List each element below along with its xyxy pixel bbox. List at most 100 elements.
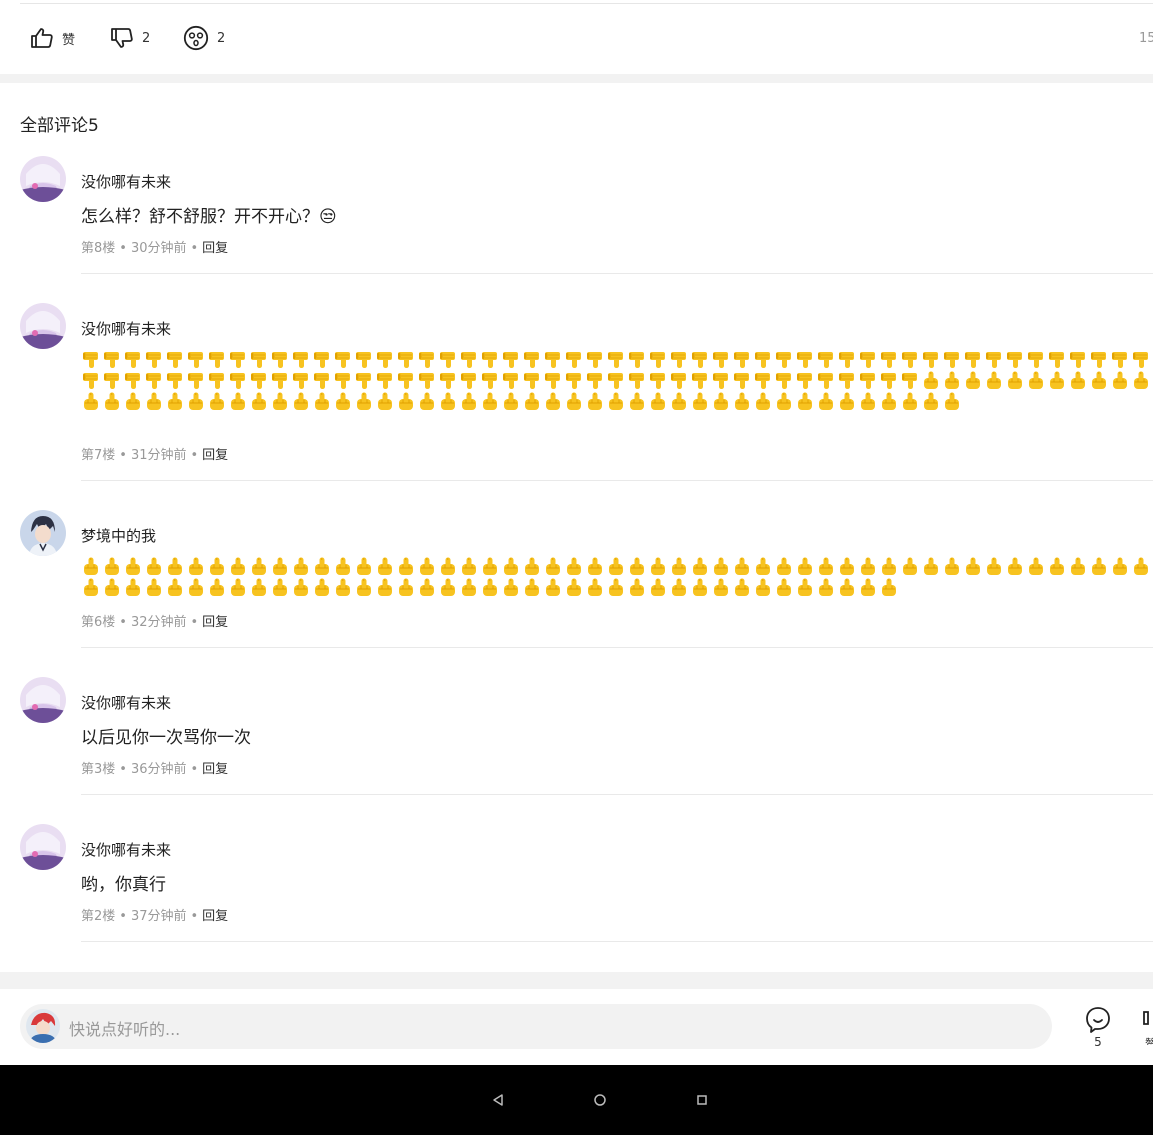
floor-number: 第3楼 (81, 762, 116, 777)
middle-finger-emoji (420, 578, 434, 596)
reply-button[interactable]: 回复 (202, 615, 228, 630)
middle-finger-emoji (147, 392, 161, 410)
comment-time: 32分钟前 (130, 615, 187, 630)
thumbs-down-emoji (545, 373, 560, 389)
middle-finger-emoji (693, 578, 707, 596)
middle-finger-emoji (1008, 557, 1022, 575)
middle-finger-emoji (861, 557, 875, 575)
comment-username[interactable]: 没你哪有未来 (81, 171, 171, 192)
thumbs-down-emoji (335, 352, 350, 368)
comment-time: 36分钟前 (130, 762, 187, 777)
reply-button[interactable]: 回复 (202, 448, 228, 463)
comment-username[interactable]: 梦境中的我 (81, 525, 156, 546)
avatar[interactable] (20, 824, 66, 870)
nav-home-button[interactable] (591, 1091, 609, 1109)
middle-finger-emoji (294, 392, 308, 410)
thumbs-down-emoji (671, 373, 686, 389)
middle-finger-emoji (966, 371, 980, 389)
thumbs-down-emoji (755, 352, 770, 368)
middle-finger-emoji (483, 392, 497, 410)
like-reaction-button[interactable]: 赞 (30, 24, 75, 52)
comment-username[interactable]: 没你哪有未来 (81, 318, 171, 339)
shock-reaction-button[interactable]: 2 (183, 24, 225, 52)
middle-finger-emoji (777, 557, 791, 575)
middle-finger-emoji (1071, 557, 1085, 575)
avatar[interactable] (20, 156, 66, 202)
post-reaction-bar: 赞 2 2 15 (0, 0, 1153, 74)
like-icon (1143, 1011, 1149, 1025)
thumbs-down-emoji (944, 352, 959, 368)
comment-time: 37分钟前 (130, 909, 187, 924)
floor-number: 第2楼 (81, 909, 116, 924)
middle-finger-emoji (273, 392, 287, 410)
middle-finger-emoji (441, 578, 455, 596)
avatar[interactable] (20, 677, 66, 723)
comment-count: 5 (1094, 1035, 1102, 1049)
avatar[interactable] (20, 510, 66, 556)
comment-username[interactable]: 没你哪有未来 (81, 692, 171, 713)
middle-finger-emoji (1050, 371, 1064, 389)
comment-meta: 第3楼 • 36分钟前 • 回复 (81, 762, 229, 777)
middle-finger-emoji (672, 578, 686, 596)
thumbs-down-emoji (419, 352, 434, 368)
dislike-reaction-button[interactable]: 2 (110, 24, 150, 52)
comment-meta: 第7楼 • 31分钟前 • 回复 (81, 448, 229, 463)
middle-finger-emoji (777, 578, 791, 596)
thumbs-down-emoji (587, 373, 602, 389)
like-button[interactable]: 赞 (1138, 1005, 1153, 1045)
thumbs-down-emoji (125, 373, 140, 389)
middle-finger-emoji (861, 578, 875, 596)
comment-emoji-text (81, 555, 1153, 599)
thumbs-down-emoji (608, 373, 623, 389)
middle-finger-emoji (546, 578, 560, 596)
thumbs-down-emoji (566, 373, 581, 389)
middle-finger-emoji (756, 578, 770, 596)
reply-button[interactable]: 回复 (202, 909, 228, 924)
comment-emoji-text (81, 348, 1153, 434)
emoji-rows (84, 557, 1148, 596)
middle-finger-emoji (294, 578, 308, 596)
middle-finger-emoji (1029, 557, 1043, 575)
comment-divider (81, 794, 1153, 795)
thumbs-down-emoji (209, 373, 224, 389)
middle-finger-emoji (987, 557, 1001, 575)
comment-divider (81, 647, 1153, 648)
middle-finger-emoji (546, 392, 560, 410)
comment-input-bar: 快说点好听的... 5 赞 (0, 989, 1153, 1065)
thumbs-down-emoji (692, 352, 707, 368)
thumbs-down-emoji (230, 352, 245, 368)
reply-button[interactable]: 回复 (202, 241, 228, 256)
avatar[interactable] (20, 303, 66, 349)
thumbs-down-emoji (755, 373, 770, 389)
thumbs-down-emoji (188, 352, 203, 368)
thumbs-down-emoji (545, 352, 560, 368)
middle-finger-emoji (231, 557, 245, 575)
thumbs-down-emoji (608, 352, 623, 368)
reply-button[interactable]: 回复 (202, 762, 228, 777)
comment-meta: 第2楼 • 37分钟前 • 回复 (81, 909, 229, 924)
middle-finger-emoji (315, 392, 329, 410)
middle-finger-emoji (987, 371, 1001, 389)
nav-recents-button[interactable] (693, 1091, 711, 1109)
comments-section-title: 全部评论5 (20, 116, 99, 136)
comment-count-button[interactable]: 5 (1084, 1005, 1112, 1049)
thumbs-down-emoji (188, 373, 203, 389)
comment-input[interactable]: 快说点好听的... (20, 1004, 1052, 1049)
thumbs-down-emoji (524, 373, 539, 389)
comment-username[interactable]: 没你哪有未来 (81, 839, 171, 860)
middle-finger-emoji (1008, 371, 1022, 389)
thumbs-down-emoji (419, 373, 434, 389)
middle-finger-emoji (420, 392, 434, 410)
thumbs-down-emoji (1070, 352, 1085, 368)
middle-finger-emoji (1134, 557, 1148, 575)
middle-finger-emoji (630, 557, 644, 575)
middle-finger-emoji (609, 557, 623, 575)
nav-back-button[interactable] (489, 1091, 507, 1109)
middle-finger-emoji (336, 392, 350, 410)
middle-finger-emoji (231, 578, 245, 596)
middle-finger-emoji (504, 557, 518, 575)
middle-finger-emoji (546, 557, 560, 575)
comment-item: 没你哪有未来 第7楼 • 31分钟前 • 回复 (0, 303, 1153, 481)
floor-number: 第8楼 (81, 241, 116, 256)
middle-finger-emoji (1050, 557, 1064, 575)
